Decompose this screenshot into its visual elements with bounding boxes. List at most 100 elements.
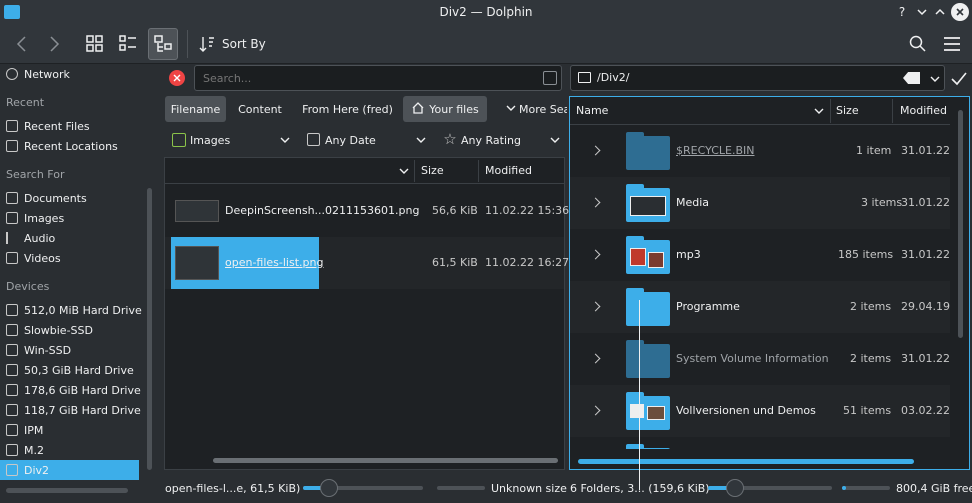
header-divider xyxy=(414,160,415,182)
details-view-icon xyxy=(153,34,173,54)
minimize-button[interactable] xyxy=(914,4,930,20)
type-filter-chevron-icon xyxy=(278,133,292,147)
free-space-track xyxy=(842,486,890,490)
save-search-icon[interactable] xyxy=(543,71,557,85)
table-row[interactable]: DeepinScreensh...0211153601.png 56,6 KiB… xyxy=(165,185,569,237)
sidebar-item-recent-locations[interactable]: Recent Locations xyxy=(6,136,118,156)
search-icon[interactable] xyxy=(908,34,928,54)
folder-icon xyxy=(626,132,670,170)
date-filter-chevron-icon xyxy=(414,133,428,147)
file-name: DeepinScreensh...0211153601.png xyxy=(225,204,420,217)
folder-size: 2 items xyxy=(850,300,892,313)
search-input[interactable] xyxy=(194,65,562,91)
folder-row[interactable]: Vollversionen und Demos 51 items 03.02.2… xyxy=(570,385,950,437)
file-modified: 11.02.22 16:27 xyxy=(485,256,570,269)
location-history-chevron-icon[interactable] xyxy=(928,72,942,86)
close-window-button[interactable] xyxy=(951,3,969,21)
maximize-button[interactable] xyxy=(932,4,948,20)
sidebar-item-network[interactable]: Network xyxy=(6,64,70,84)
sidebar-item-documents[interactable]: Documents xyxy=(6,188,87,208)
sidebar-item-device[interactable]: 178,6 GiB Hard Drive xyxy=(6,380,141,400)
name-column-chevron-icon[interactable] xyxy=(397,164,411,178)
sidebar-item-label: Div2 xyxy=(24,463,50,477)
folder-row[interactable] xyxy=(570,437,950,449)
more-search-button[interactable]: More Sea xyxy=(519,96,567,122)
date-filter-dropdown[interactable]: Any Date xyxy=(325,128,376,152)
folder-row[interactable]: Programme 2 items 29.04.19 1 xyxy=(570,281,950,333)
hamburger-menu-icon[interactable] xyxy=(942,34,962,54)
filename-toggle[interactable]: Filename xyxy=(165,96,226,122)
folder-name: $RECYCLE.BIN xyxy=(676,144,755,157)
expand-chevron-icon[interactable] xyxy=(590,353,601,364)
folder-row[interactable]: $RECYCLE.BIN 1 item 31.01.22 1 xyxy=(570,125,950,177)
expand-chevron-icon[interactable] xyxy=(590,145,601,156)
folder-modified: 31.01.22 1 xyxy=(901,196,950,209)
content-toggle[interactable]: Content xyxy=(231,96,289,122)
folder-modified: 29.04.19 1 xyxy=(901,300,950,313)
from-here-toggle[interactable]: From Here (fred) xyxy=(296,96,399,122)
sidebar-item-videos[interactable]: Videos xyxy=(6,248,61,268)
sidebar-item-device[interactable]: 512,0 MiB Hard Drive xyxy=(6,300,142,320)
sidebar-item-images[interactable]: Images xyxy=(6,208,64,228)
compact-view-button[interactable] xyxy=(115,30,141,58)
recent-locations-icon xyxy=(6,140,18,152)
folder-row[interactable]: mp3 185 items 31.01.22 1 xyxy=(570,229,950,281)
sidebar-item-div2[interactable]: Div2 xyxy=(6,460,49,480)
images-icon xyxy=(6,212,18,224)
expand-chevron-icon[interactable] xyxy=(590,301,601,312)
icons-view-button[interactable] xyxy=(82,30,108,58)
help-button[interactable]: ? xyxy=(894,4,910,20)
name-column-header[interactable]: Name xyxy=(576,104,608,117)
videos-icon xyxy=(6,252,18,264)
confirm-location-icon[interactable] xyxy=(950,70,968,88)
sidebar-item-recent-files[interactable]: Recent Files xyxy=(6,116,90,136)
expand-chevron-icon[interactable] xyxy=(590,197,601,208)
calendar-icon xyxy=(307,133,320,146)
sidebar-item-audio[interactable]: Audio xyxy=(6,228,55,248)
expand-chevron-icon[interactable] xyxy=(590,405,601,416)
size-column-header[interactable]: Size xyxy=(836,104,859,117)
hard-drive-icon xyxy=(6,404,18,416)
sidebar-hscrollbar[interactable] xyxy=(6,488,128,493)
folder-view-vscrollbar[interactable] xyxy=(958,110,963,338)
modified-column-header[interactable]: Modified xyxy=(900,104,947,117)
sidebar-item-device[interactable]: IPM xyxy=(6,420,43,440)
sidebar-item-device[interactable]: 118,7 GiB Hard Drive xyxy=(6,400,141,420)
right-zoom-slider[interactable] xyxy=(726,479,744,497)
type-filter-dropdown[interactable]: Images xyxy=(190,128,230,152)
folder-name: Vollversionen und Demos xyxy=(676,404,816,417)
hard-drive-icon xyxy=(6,324,18,336)
table-row-selected[interactable]: open-files-list.png 61,5 KiB 11.02.22 16… xyxy=(165,237,569,289)
name-sort-chevron-icon[interactable] xyxy=(812,104,826,118)
folder-row[interactable]: Media 3 items 31.01.22 1 xyxy=(570,177,950,229)
free-space-text: 800,4 GiB free xyxy=(896,482,972,495)
image-thumbnail xyxy=(175,246,219,280)
recent-files-icon xyxy=(6,120,18,132)
folder-modified: 03.02.22 1 xyxy=(901,404,950,417)
hard-drive-icon xyxy=(6,444,18,456)
sidebar-scrollbar[interactable] xyxy=(147,188,152,470)
expand-chevron-icon[interactable] xyxy=(590,249,601,260)
hard-drive-icon xyxy=(6,464,18,476)
size-column-header[interactable]: Size xyxy=(421,164,444,177)
sidebar-item-device[interactable]: Slowbie-SSD xyxy=(6,320,93,340)
folder-size: 3 items xyxy=(861,196,903,209)
folder-view-hscrollbar[interactable] xyxy=(578,459,914,464)
close-search-icon[interactable] xyxy=(169,70,185,86)
forward-button[interactable] xyxy=(42,32,66,56)
left-zoom-slider[interactable] xyxy=(320,479,338,497)
results-hscrollbar[interactable] xyxy=(213,458,558,463)
sidebar-item-device[interactable]: Win-SSD xyxy=(6,340,71,360)
sidebar-item-label: 178,6 GiB Hard Drive xyxy=(24,383,141,397)
folder-icon xyxy=(626,340,670,378)
sidebar-item-label: IPM xyxy=(24,423,44,437)
modified-column-header[interactable]: Modified xyxy=(485,164,532,177)
folder-row[interactable]: System Volume Information 2 items 31.01.… xyxy=(570,333,950,385)
rating-filter-dropdown[interactable]: Any Rating xyxy=(461,128,521,152)
file-size: 56,6 KiB xyxy=(432,204,478,217)
sidebar-item-device[interactable]: 50,3 GiB Hard Drive xyxy=(6,360,134,380)
sort-by-button[interactable]: Sort By xyxy=(222,37,266,51)
sidebar-item-device[interactable]: M.2 xyxy=(6,440,44,460)
star-icon: ☆ xyxy=(443,130,457,148)
back-button[interactable] xyxy=(10,32,34,56)
